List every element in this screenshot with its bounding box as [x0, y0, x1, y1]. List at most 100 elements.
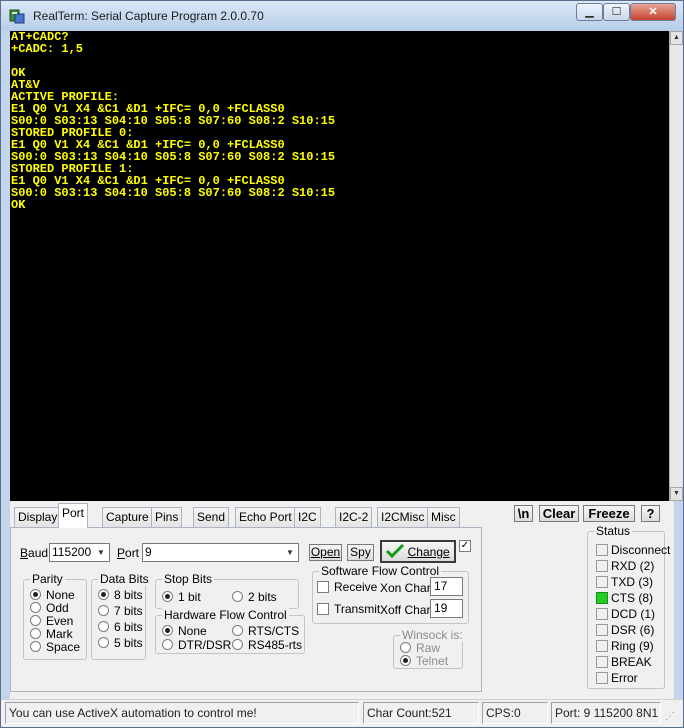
- hw-flow-none-radio[interactable]: None: [162, 625, 207, 637]
- hardware-flow-group: Hardware Flow Control None RTS/CTS DTR/D…: [155, 608, 305, 654]
- stop-bits-title: Stop Bits: [162, 572, 215, 586]
- terminal-line: AT+CADC?: [11, 31, 69, 44]
- terminal-output[interactable]: AT+CADC? +CADC: 1,5 OK AT&V ACTIVE PROFI…: [10, 31, 669, 501]
- tab-pins[interactable]: Pins: [151, 507, 183, 527]
- radio-selected-icon: [30, 589, 41, 600]
- dsr-label: DSR (6): [611, 623, 655, 637]
- hw-flow-dtr-dsr-radio[interactable]: DTR/DSR: [162, 639, 231, 651]
- parity-odd-radio[interactable]: Odd: [30, 602, 69, 614]
- parity-space-radio[interactable]: Space: [30, 641, 80, 653]
- break-led: [596, 656, 608, 668]
- tab-port[interactable]: Port: [58, 503, 89, 528]
- resize-grip-icon[interactable]: ⋰: [665, 710, 679, 724]
- radio-icon: [98, 605, 109, 616]
- rxd-label: RXD (2): [611, 559, 655, 573]
- terminal-line: OK: [11, 66, 26, 80]
- cps-value: CPS:0: [482, 702, 548, 724]
- scroll-up-icon[interactable]: ▲: [670, 31, 683, 45]
- radio-label: None: [178, 624, 207, 638]
- receive-checkbox[interactable]: [317, 581, 329, 593]
- transmit-checkbox[interactable]: [317, 603, 329, 615]
- radio-label: Space: [46, 640, 81, 654]
- maximize-button[interactable]: ☐: [603, 3, 630, 21]
- tab-i2c[interactable]: I2C: [294, 507, 321, 527]
- xon-char-input[interactable]: 17: [430, 577, 463, 596]
- winsock-raw-radio[interactable]: Raw: [400, 642, 440, 654]
- xon-char-label: Xon Char:: [380, 581, 435, 595]
- change-button-label: Change: [407, 545, 450, 559]
- stop-bits-2-radio[interactable]: 2 bits: [232, 591, 277, 603]
- chevron-down-icon: ▼: [286, 548, 294, 557]
- data-bits-8-radio[interactable]: 8 bits: [98, 589, 143, 601]
- tab-display[interactable]: Display: [14, 507, 62, 527]
- radio-icon: [30, 602, 41, 613]
- parity-mark-radio[interactable]: Mark: [30, 628, 73, 640]
- xoff-char-input[interactable]: 19: [430, 599, 463, 618]
- parity-none-radio[interactable]: None: [30, 589, 75, 601]
- terminal-line: S00:0 S03:13 S04:10 S05:8 S07:60 S08:2 S…: [11, 186, 336, 200]
- radio-label: Raw: [416, 641, 441, 655]
- parity-even-radio[interactable]: Even: [30, 615, 73, 627]
- disconnect-led: [596, 544, 608, 556]
- tab-send[interactable]: Send: [193, 507, 230, 527]
- baud-value: 115200: [52, 545, 92, 559]
- terminal-line: +CADC: 1,5: [11, 42, 84, 56]
- data-bits-5-radio[interactable]: 5 bits: [98, 637, 143, 649]
- radio-label: RTS/CTS: [248, 624, 300, 638]
- realterm-window: RealTerm: Serial Capture Program 2.0.0.7…: [0, 0, 684, 728]
- baud-select[interactable]: 115200 ▼: [49, 543, 110, 562]
- change-checkbox[interactable]: ✓: [459, 540, 471, 552]
- port-value: 9: [145, 545, 152, 559]
- port-tab-body: Baud 115200 ▼ Port 9 ▼ Open Spy Change ✓…: [10, 527, 482, 692]
- break-label: BREAK: [611, 655, 652, 669]
- radio-icon: [98, 637, 109, 648]
- newline-button[interactable]: \n: [514, 505, 533, 522]
- realterm-app-icon: [9, 9, 25, 24]
- scroll-down-icon[interactable]: ▼: [670, 487, 683, 501]
- hw-flow-rts-cts-radio[interactable]: RTS/CTS: [232, 625, 299, 637]
- status-message: You can use ActiveX automation to contro…: [5, 702, 359, 724]
- terminal-scrollbar[interactable]: ▲ ▼: [669, 31, 683, 501]
- terminal-line: OK: [11, 198, 26, 212]
- tab-i2c-2[interactable]: I2C-2: [335, 507, 373, 527]
- clear-button[interactable]: Clear: [539, 505, 579, 522]
- radio-icon: [98, 621, 109, 632]
- radio-label: Mark: [46, 627, 73, 641]
- tab-echo-port[interactable]: Echo Port: [235, 507, 296, 527]
- radio-label: Even: [46, 614, 74, 628]
- spy-button-label: Spy: [350, 545, 371, 559]
- tab-i2cmisc[interactable]: I2CMisc: [377, 507, 429, 527]
- error-led: [596, 672, 608, 684]
- data-bits-7-radio[interactable]: 7 bits: [98, 605, 143, 617]
- freeze-button[interactable]: Freeze: [583, 505, 635, 522]
- receive-label: Receive: [334, 580, 378, 594]
- close-button[interactable]: ✕: [630, 3, 676, 21]
- xoff-char-label: Xoff Char:: [380, 603, 434, 617]
- data-bits-6-radio[interactable]: 6 bits: [98, 621, 143, 633]
- winsock-telnet-radio[interactable]: Telnet: [400, 655, 448, 667]
- stop-bits-1-radio[interactable]: 1 bit: [162, 591, 201, 603]
- radio-label: DTR/DSR: [178, 638, 232, 652]
- txd-led: [596, 576, 608, 588]
- radio-icon: [162, 639, 173, 650]
- open-button[interactable]: Open: [309, 544, 342, 561]
- help-button[interactable]: ?: [641, 505, 660, 522]
- port-select[interactable]: 9 ▼: [142, 543, 299, 562]
- radio-icon: [30, 628, 41, 639]
- rxd-led: [596, 560, 608, 572]
- char-count: Char Count:521: [363, 702, 479, 724]
- tab-capture[interactable]: Capture: [102, 507, 153, 527]
- disconnect-label: Disconnect: [611, 543, 671, 557]
- radio-label: RS485-rts: [248, 638, 303, 652]
- title-bar[interactable]: RealTerm: Serial Capture Program 2.0.0.7…: [1, 1, 683, 31]
- change-button[interactable]: Change: [380, 540, 456, 563]
- tab-misc[interactable]: Misc: [427, 507, 460, 527]
- radio-icon: [232, 639, 243, 650]
- parity-title: Parity: [30, 572, 65, 586]
- hw-flow-rs485-radio[interactable]: RS485-rts: [232, 639, 302, 651]
- radio-label: 7 bits: [114, 604, 143, 618]
- minimize-button[interactable]: ▁: [576, 3, 603, 21]
- spy-button[interactable]: Spy: [347, 544, 374, 561]
- radio-label: 6 bits: [114, 620, 143, 634]
